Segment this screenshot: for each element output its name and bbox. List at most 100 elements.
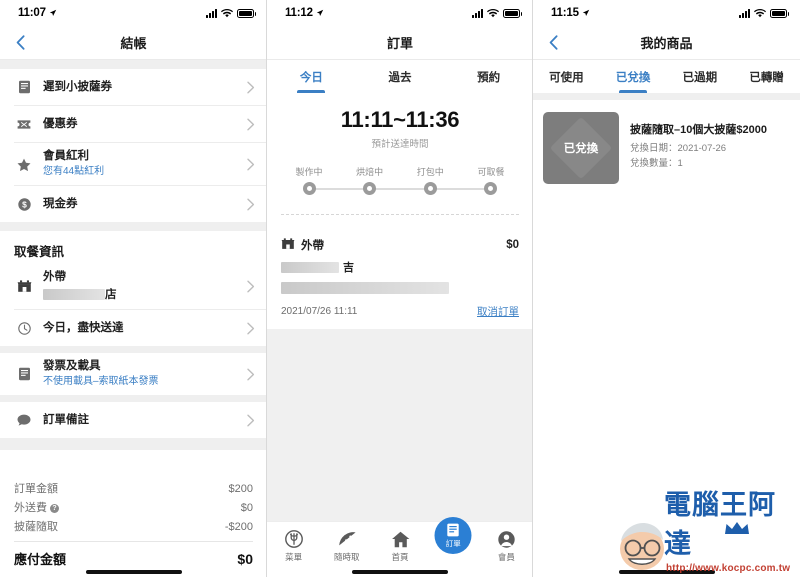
row-label: 優惠券 [43,117,78,130]
tab-expired[interactable]: 已過期 [667,60,734,93]
product-list-item[interactable]: 已兌換 披薩隨取–10個大披薩$2000 兌換日期：2021-07-26 兌換數… [533,100,800,196]
step-dot [363,182,377,195]
cancel-order-link[interactable]: 取消訂單 [477,304,519,319]
tab-scheduled[interactable]: 預約 [444,60,533,93]
bottom-nav-pizza[interactable]: 隨時取 [320,529,373,563]
wifi-icon [754,8,766,17]
row-label: 訂單備註 [43,413,89,426]
bottom-nav-orders[interactable]: 訂單 [427,517,480,566]
product-status-badge: 已兌換 [563,143,599,155]
total-row: 外送費 ? $0 [14,499,253,518]
chevron-right-icon [244,118,257,131]
status-time: 11:12 [285,7,313,19]
home-indicator [0,570,267,574]
row-label: 發票及載具 [43,360,101,372]
product-list-body: 已兌換 披薩隨取–10個大披薩$2000 兌換日期：2021-07-26 兌換數… [533,93,800,577]
location-arrow-icon [49,9,56,16]
order-list-icon [447,523,460,537]
total-row: 披薩隨取 -$200 [14,518,253,537]
order-summary-header: 外帶 $0 [281,237,519,253]
tab-past[interactable]: 過去 [356,60,445,93]
help-icon[interactable]: ? [50,504,59,513]
step-dot [423,182,437,195]
screenshot-stage: 11:07 結帳 遲到小披薩券 優惠券 會員紅利 您有44點紅利 $ 現金券 取… [0,0,800,577]
receipt-icon [14,80,34,94]
order-type-group: 外帶 [281,237,324,253]
dashed-separator [281,214,519,215]
wifi-icon [221,8,233,17]
store-icon [14,280,34,293]
step-dot-wrap [471,182,511,195]
total-label-group: 外送費 ? [14,499,59,518]
total-label: 外送費 [14,502,47,514]
tab-transferred[interactable]: 已轉贈 [733,60,800,93]
bottom-nav-member[interactable]: 會員 [480,529,533,563]
panel-divider [266,0,267,577]
eta-caption: 預計送達時間 [371,139,429,150]
step-dot-wrap [289,182,329,195]
bottom-nav-home[interactable]: 首頁 [373,529,426,563]
nav-bar-orders: 訂單 [267,26,533,60]
bottom-nav-label: 會員 [497,552,515,562]
row-label: 今日，盡快送達 [43,321,124,334]
total-label: 披薩隨取 [14,521,58,533]
status-indicators [472,8,522,18]
row-text: 優惠券 [43,117,244,132]
page-title: 結帳 [120,36,147,51]
row-discount-coupon[interactable]: 優惠券 [0,106,267,142]
step-dot [302,182,316,195]
total-value: $0 [240,502,253,514]
product-info: 披薩隨取–10個大披薩$2000 兌換日期：2021-07-26 兌換數量：1 [630,112,767,184]
order-type-label: 外帶 [301,240,324,252]
product-title: 披薩隨取–10個大披薩$2000 [630,124,767,136]
location-arrow-icon [582,9,589,16]
row-label: 外帶 [43,271,66,283]
tab-today[interactable]: 今日 [267,60,356,93]
section-gap [0,395,267,402]
stepper-dots [289,182,511,195]
page-title: 訂單 [386,36,413,51]
user-icon [496,529,516,549]
row-member-points[interactable]: 會員紅利 您有44點紅利 [0,143,267,185]
tab-available[interactable]: 可使用 [533,60,600,93]
row-late-pizza-coupon[interactable]: 遲到小披薩券 [0,69,267,105]
wifi-icon [487,8,499,17]
stepper-labels: 製作中 烘焙中 打包中 可取餐 [289,165,511,178]
nav-bar-my-products: 我的商品 [533,26,800,60]
row-order-note[interactable]: 訂單備註 [0,402,267,438]
row-pickup-store[interactable]: 外帶 店 [0,264,267,309]
orders-fab-button[interactable]: 訂單 [434,517,472,554]
bottom-nav-label: 菜單 [285,552,303,562]
row-pickup-time[interactable]: 今日，盡快送達 [0,310,267,346]
row-text: 外帶 店 [43,270,244,303]
row-text: 現金券 [43,197,244,212]
row-invoice[interactable]: 發票及載具 不使用載具–索取紙本發票 [0,353,267,395]
order-store-line: 吉 [281,259,519,275]
tab-label: 已兌換 [615,71,651,84]
step-label: 打包中 [416,167,444,177]
step-dot [484,182,498,195]
orders-tabs: 今日 過去 預約 [267,60,533,93]
status-time-group: 11:12 [285,7,324,19]
row-cash-voucher[interactable]: $ 現金券 [0,186,267,222]
product-tabs: 可使用 已兌換 已過期 已轉贈 [533,60,800,93]
status-time: 11:07 [18,7,46,19]
bottom-nav-menu[interactable]: 菜單 [267,529,320,563]
row-text: 遲到小披薩券 [43,80,244,95]
battery-icon [237,8,256,18]
section-gap [0,222,267,231]
battery-icon [770,8,789,18]
status-indicators [206,8,256,18]
order-summary-block[interactable]: 外帶 $0 吉 2021/07/26 11:11 取消訂單 [267,227,533,329]
status-time-group: 11:15 [551,7,590,19]
chevron-right-icon [244,280,257,293]
row-store-redacted: 店 [43,288,244,303]
total-label: 訂單金額 [14,483,58,495]
tab-redeemed[interactable]: 已兌換 [600,60,667,93]
comment-icon [14,414,34,426]
home-indicator [267,570,533,574]
back-button[interactable] [544,34,562,52]
bottom-navigation: 菜單 隨時取 首頁 訂單 會員 [267,517,533,577]
back-button[interactable] [11,34,29,52]
row-text: 會員紅利 您有44點紅利 [43,149,244,179]
